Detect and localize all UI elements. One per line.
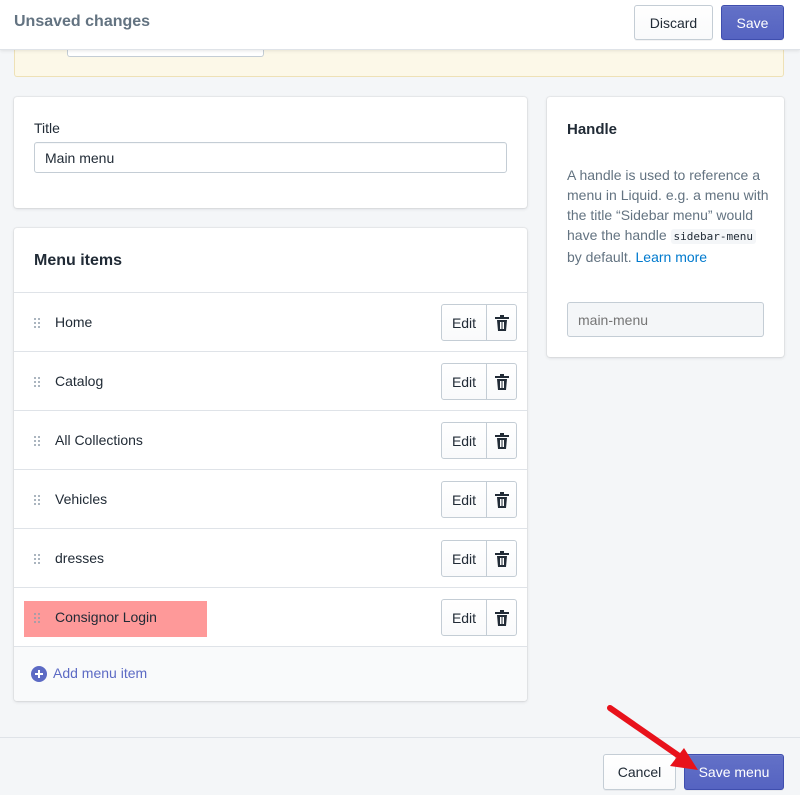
unsaved-changes-title: Unsaved changes [14,13,151,30]
handle-input[interactable] [567,302,764,337]
menu-item-row[interactable]: Catalog Edit [14,351,527,410]
trash-icon [494,550,509,567]
menu-item-name: All Collections [55,432,143,448]
menu-item-row[interactable]: Home Edit [14,292,527,351]
menu-item-name: dresses [55,550,105,566]
edit-button[interactable]: Edit [441,363,487,400]
menu-items-card: Menu items Home Edit Catalog Edit All Co… [14,228,527,701]
trash-icon [494,314,509,331]
menu-item-name: Vehicles [55,491,108,507]
drag-handle-icon[interactable] [34,495,42,507]
menu-item-row[interactable]: All Collections Edit [14,410,527,469]
handle-desc-text-2: by default. [567,249,636,265]
menu-item-row-highlighted[interactable]: Consignor Login Edit [14,587,527,646]
menu-item-row[interactable]: dresses Edit [14,528,527,587]
trash-icon [494,609,509,626]
delete-button[interactable] [486,481,517,518]
menu-item-name: Catalog [55,373,104,389]
edit-button[interactable]: Edit [441,304,487,341]
edit-button[interactable]: Edit [441,422,487,459]
delete-button[interactable] [486,304,517,341]
trash-icon [494,491,509,508]
edit-button[interactable]: Edit [441,481,487,518]
drag-handle-icon[interactable] [34,436,42,448]
menu-item-name: Consignor Login [55,609,157,625]
discard-button[interactable]: Discard [634,5,713,40]
title-input[interactable] [34,142,507,173]
add-menu-item-label: Add menu item [53,665,148,681]
menu-item-row[interactable]: Vehicles Edit [14,469,527,528]
edit-button[interactable]: Edit [441,599,487,636]
learn-more-link[interactable]: Learn more [636,249,708,265]
unsaved-changes-bar: Unsaved changes Discard Save [0,0,800,50]
handle-code-example: sidebar-menu [670,229,757,244]
delete-button[interactable] [486,363,517,400]
trash-icon [494,373,509,390]
drag-handle-icon[interactable] [34,613,42,625]
trash-icon [494,432,509,449]
handle-card: Handle A handle is used to reference a m… [547,97,784,357]
delete-button[interactable] [486,422,517,459]
save-button[interactable]: Save [721,5,784,40]
red-arrow-annotation-icon [607,705,698,770]
menu-item-name: Home [55,314,93,330]
title-card: Title [14,97,527,208]
handle-description: A handle is used to reference a menu in … [567,165,772,267]
drag-handle-icon[interactable] [34,318,42,330]
menu-items-heading: Menu items [34,252,123,269]
handle-heading: Handle [567,121,618,138]
plus-circle-icon [31,666,47,682]
delete-button[interactable] [486,599,517,636]
drag-handle-icon[interactable] [34,377,42,389]
add-menu-item-button[interactable]: Add menu item [14,646,527,701]
delete-button[interactable] [486,540,517,577]
edit-button[interactable]: Edit [441,540,487,577]
drag-handle-icon[interactable] [34,554,42,566]
title-label: Title [34,120,60,136]
